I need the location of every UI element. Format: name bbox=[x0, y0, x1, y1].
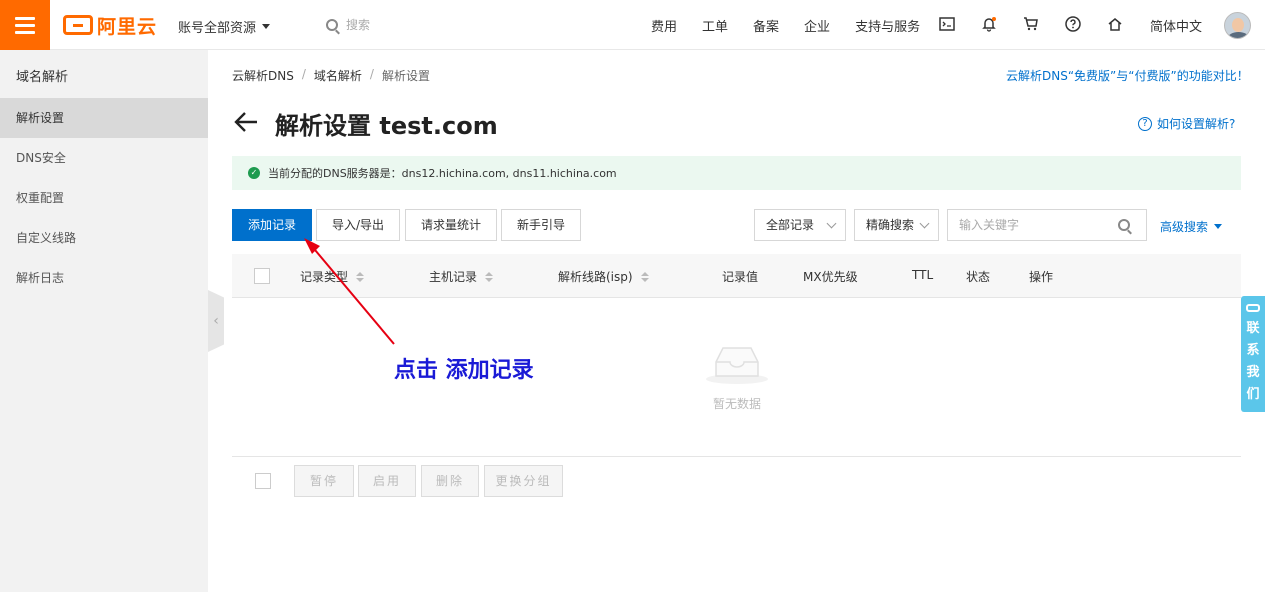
empty-state-text: 暂无数据 bbox=[713, 397, 762, 411]
global-search[interactable]: 搜索 bbox=[326, 16, 370, 33]
contact-us-tab[interactable]: 联 系 我 们 bbox=[1241, 296, 1265, 412]
table-footer-divider bbox=[232, 456, 1241, 457]
chevron-left-icon: ‹ bbox=[213, 313, 219, 329]
breadcrumb-domain-resolution[interactable]: 域名解析 bbox=[314, 67, 362, 84]
bell-icon[interactable] bbox=[980, 15, 998, 33]
contact-char: 们 bbox=[1246, 387, 1260, 402]
breadcrumb: 云解析DNS / 域名解析 / 解析设置 bbox=[232, 67, 430, 84]
keyword-search bbox=[947, 209, 1147, 241]
sidebar-item-weight-config[interactable]: 权重配置 bbox=[0, 178, 208, 218]
column-label: 主机记录 bbox=[429, 270, 478, 284]
sidebar: 域名解析 解析设置 DNS安全 权重配置 自定义线路 解析日志 bbox=[0, 50, 208, 592]
advanced-search-toggle[interactable]: 高级搜索 bbox=[1160, 218, 1223, 235]
cart-icon[interactable] bbox=[1022, 15, 1040, 33]
dns-server-notice: ✓ 当前分配的DNS服务器是：dns12.hichina.com, dns11.… bbox=[232, 156, 1241, 190]
chevron-down-icon bbox=[826, 218, 837, 229]
chevron-down-icon bbox=[262, 24, 271, 29]
notice-text: 当前分配的DNS服务器是：dns12.hichina.com, dns11.hi… bbox=[268, 167, 617, 180]
chat-icon bbox=[1246, 304, 1260, 312]
home-icon[interactable] bbox=[1106, 15, 1124, 33]
how-to-configure-link[interactable]: ? 如何设置解析? bbox=[1138, 115, 1235, 132]
question-icon: ? bbox=[1138, 116, 1152, 131]
logo-text: 阿里云 bbox=[97, 15, 158, 38]
column-label: MX优先级 bbox=[803, 270, 858, 284]
column-mx-priority: MX优先级 bbox=[803, 268, 858, 285]
column-record-value: 记录值 bbox=[722, 268, 758, 285]
nav-link-filing[interactable]: 备案 bbox=[753, 16, 779, 35]
nav-link-billing[interactable]: 费用 bbox=[651, 16, 677, 35]
column-ttl: TTL bbox=[912, 268, 933, 282]
contact-char: 我 bbox=[1246, 365, 1260, 380]
enable-button[interactable]: 启用 bbox=[358, 465, 416, 497]
check-circle-icon: ✓ bbox=[248, 167, 260, 179]
nav-link-enterprise[interactable]: 企业 bbox=[804, 16, 830, 35]
change-group-button[interactable]: 更换分组 bbox=[484, 465, 563, 497]
nav-icons bbox=[938, 15, 1124, 33]
aliyun-logo[interactable]: 阿里云 bbox=[63, 14, 158, 38]
record-filter-select[interactable]: 全部记录 bbox=[754, 209, 846, 241]
aliyun-logo-icon bbox=[63, 15, 93, 35]
annotation-callout: 点击 添加记录 bbox=[394, 358, 534, 383]
avatar[interactable] bbox=[1224, 12, 1251, 39]
annotation-arrow bbox=[304, 238, 395, 345]
column-host-record[interactable]: 主机记录 bbox=[429, 268, 494, 285]
breadcrumb-separator: / bbox=[369, 67, 374, 81]
menu-icon[interactable] bbox=[0, 0, 50, 50]
select-all-checkbox[interactable] bbox=[254, 268, 270, 284]
delete-button[interactable]: 删除 bbox=[421, 465, 479, 497]
sidebar-item-dns-security[interactable]: DNS安全 bbox=[0, 138, 208, 178]
language-switch[interactable]: 简体中文 bbox=[1150, 16, 1202, 35]
column-actions: 操作 bbox=[1029, 268, 1053, 285]
sidebar-item-custom-line[interactable]: 自定义线路 bbox=[0, 218, 208, 258]
column-label: TTL bbox=[912, 268, 934, 282]
footer-select-all-checkbox[interactable] bbox=[255, 473, 271, 489]
account-resource-dropdown[interactable]: 账号全部资源 bbox=[178, 17, 271, 36]
beginner-guide-button[interactable]: 新手引导 bbox=[501, 209, 581, 241]
sidebar-item-dns-log[interactable]: 解析日志 bbox=[0, 258, 208, 298]
back-arrow-icon[interactable] bbox=[232, 108, 260, 136]
help-icon[interactable] bbox=[1064, 15, 1082, 33]
compare-editions-link[interactable]: 云解析DNS“免费版”与“付费版”的功能对比！ bbox=[1006, 67, 1249, 84]
search-icon bbox=[326, 18, 338, 31]
record-filter-value: 全部记录 bbox=[766, 218, 815, 232]
nav-link-support[interactable]: 支持与服务 bbox=[855, 16, 920, 35]
breadcrumb-cloud-dns[interactable]: 云解析DNS bbox=[232, 67, 294, 84]
search-placeholder: 搜索 bbox=[346, 18, 371, 32]
column-label: 状态 bbox=[966, 270, 991, 284]
sort-icon[interactable] bbox=[640, 271, 649, 282]
pause-button[interactable]: 暂停 bbox=[294, 465, 354, 497]
account-label: 账号全部资源 bbox=[178, 21, 257, 36]
breadcrumb-current: 解析设置 bbox=[381, 69, 430, 83]
column-label: 操作 bbox=[1029, 270, 1054, 284]
breadcrumb-separator: / bbox=[301, 67, 306, 81]
caret-down-icon bbox=[1214, 224, 1223, 229]
nav-link-ticket[interactable]: 工单 bbox=[702, 16, 728, 35]
top-navbar: 阿里云 账号全部资源 搜索 费用 工单 备案 企业 支持与服务 简体中文 bbox=[0, 0, 1265, 50]
chevron-down-icon bbox=[919, 218, 930, 229]
sort-icon[interactable] bbox=[485, 271, 494, 282]
help-link-label: 如何设置解析? bbox=[1157, 117, 1236, 131]
contact-char: 联 bbox=[1246, 321, 1260, 336]
terminal-icon[interactable] bbox=[938, 15, 956, 33]
advanced-search-label: 高级搜索 bbox=[1160, 220, 1209, 234]
search-icon[interactable] bbox=[1118, 219, 1130, 231]
column-status: 状态 bbox=[966, 268, 990, 285]
page-title: 解析设置 test.com bbox=[275, 112, 498, 140]
sidebar-item-dns-settings[interactable]: 解析设置 bbox=[0, 98, 208, 138]
sidebar-title: 域名解析 bbox=[16, 70, 69, 85]
nav-links: 费用 工单 备案 企业 支持与服务 bbox=[651, 16, 945, 35]
keyword-input[interactable] bbox=[948, 210, 1108, 240]
request-stats-button[interactable]: 请求量统计 bbox=[405, 209, 497, 241]
exact-search-select[interactable]: 精确搜索 bbox=[854, 209, 939, 241]
empty-inbox-icon bbox=[704, 340, 770, 386]
exact-search-value: 精确搜索 bbox=[866, 218, 915, 232]
sidebar-collapse-handle[interactable]: ‹ bbox=[208, 290, 224, 352]
contact-char: 系 bbox=[1246, 343, 1260, 358]
column-resolution-line[interactable]: 解析线路(isp) bbox=[558, 268, 649, 285]
column-label: 记录值 bbox=[722, 270, 759, 284]
column-label: 解析线路(isp) bbox=[558, 270, 633, 284]
